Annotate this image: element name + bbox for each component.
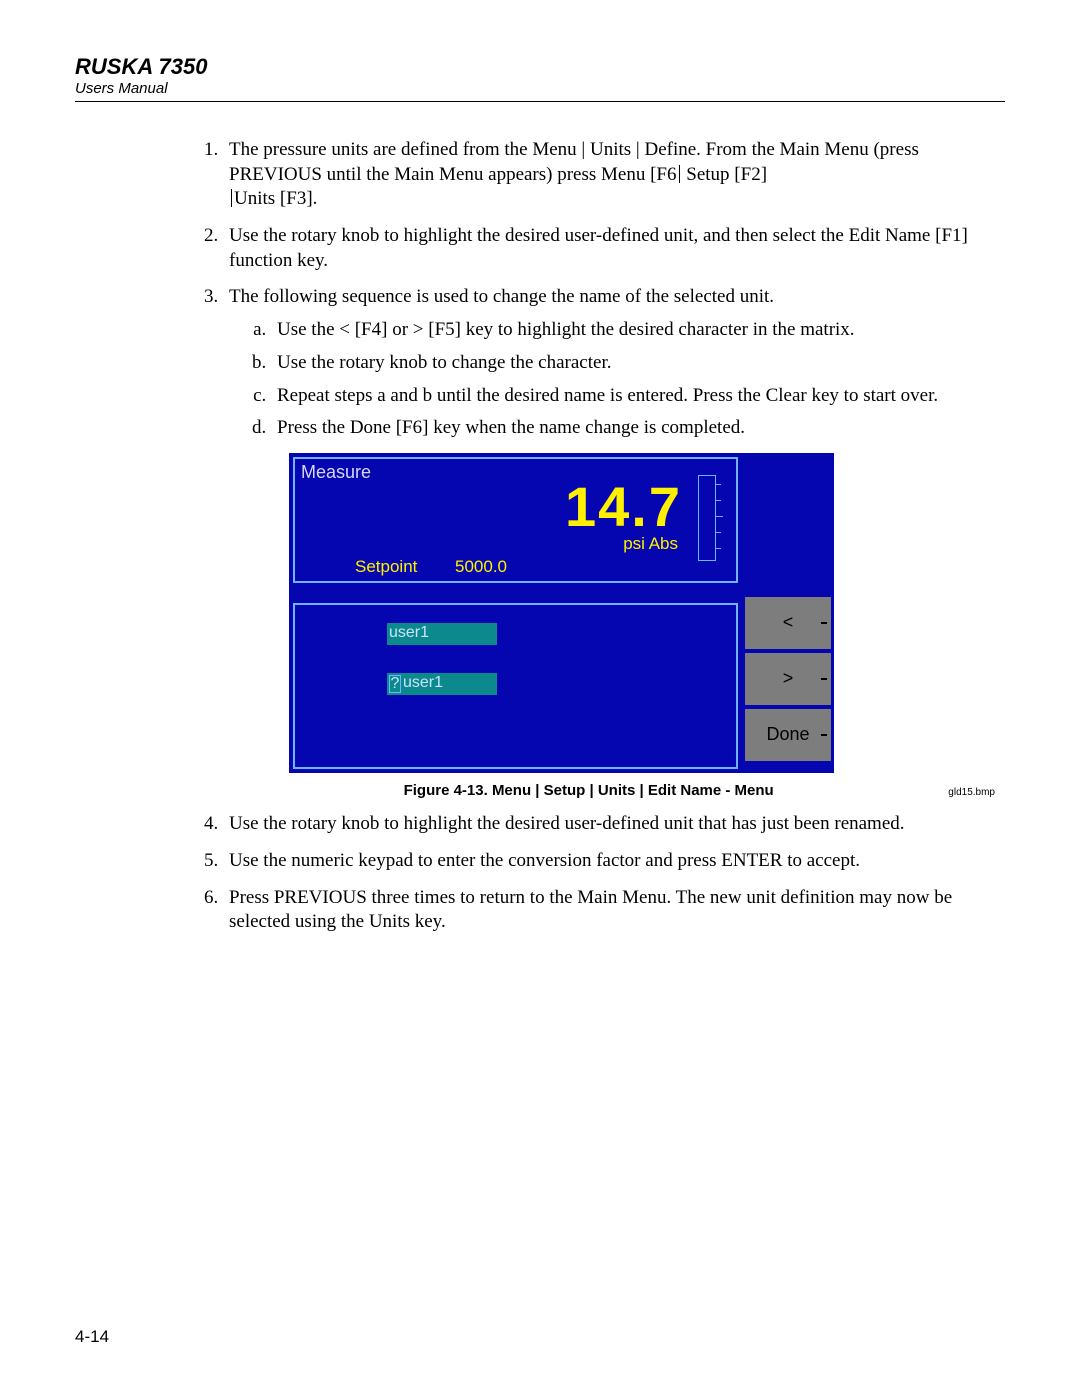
- measure-frame: Measure 14.7 psi Abs Setpoint 5000.0: [293, 457, 738, 583]
- step-2: Use the rotary knob to highlight the des…: [223, 224, 995, 273]
- figure-caption: Figure 4-13. Menu | Setup | Units | Edit…: [229, 781, 948, 801]
- manual-page: RUSKA 7350 Users Manual The pressure uni…: [0, 0, 1080, 1397]
- figure-caption-row: Figure 4-13. Menu | Setup | Units | Edit…: [229, 781, 995, 801]
- fk-spacer: [742, 453, 834, 595]
- unit-name-edit-field[interactable]: ?user1: [387, 673, 497, 695]
- bargraph-icon: [698, 475, 716, 561]
- pressure-units: psi Abs: [623, 533, 678, 555]
- product-title: RUSKA 7350: [75, 54, 1005, 80]
- substeps-list: Use the < [F4] or > [F5] key to highligh…: [229, 318, 995, 441]
- steps-list: The pressure units are defined from the …: [185, 138, 995, 935]
- device-figure: Measure 14.7 psi Abs Setpoint 5000.0: [289, 453, 995, 773]
- fk-done-button[interactable]: Done: [745, 709, 831, 761]
- step-3a: Use the < [F4] or > [F5] key to highligh…: [271, 318, 995, 343]
- step-3b: Use the rotary knob to change the charac…: [271, 351, 995, 376]
- edit-name-frame: user1 ?user1: [293, 603, 738, 769]
- fk-prev-button[interactable]: <: [745, 597, 831, 649]
- edit-cursor: ?: [389, 675, 401, 693]
- unit-name-display: user1: [387, 623, 497, 645]
- screen-main-area: Measure 14.7 psi Abs Setpoint 5000.0: [289, 453, 742, 773]
- step-1: The pressure units are defined from the …: [223, 138, 995, 212]
- body-content: The pressure units are defined from the …: [185, 138, 995, 935]
- setpoint-label: Setpoint: [355, 556, 417, 578]
- step-6: Press PREVIOUS three times to return to …: [223, 886, 995, 935]
- measure-label: Measure: [301, 461, 371, 484]
- manual-subtitle: Users Manual: [75, 80, 1005, 97]
- step-3: The following sequence is used to change…: [223, 285, 995, 800]
- step-3c: Repeat steps a and b until the desired n…: [271, 384, 995, 409]
- page-number: 4-14: [75, 1327, 109, 1347]
- setpoint-value: 5000.0: [455, 556, 507, 578]
- step-4: Use the rotary knob to highlight the des…: [223, 812, 995, 837]
- figure-filename: gld15.bmp: [948, 786, 995, 799]
- page-header: RUSKA 7350 Users Manual: [75, 54, 1005, 102]
- function-key-column: < > Done: [742, 453, 834, 773]
- step-3d: Press the Done [F6] key when the name ch…: [271, 416, 995, 441]
- fk-next-button[interactable]: >: [745, 653, 831, 705]
- step-5: Use the numeric keypad to enter the conv…: [223, 849, 995, 874]
- pipe-icon: [231, 189, 232, 207]
- device-screen: Measure 14.7 psi Abs Setpoint 5000.0: [289, 453, 834, 773]
- pipe-icon: [679, 165, 680, 183]
